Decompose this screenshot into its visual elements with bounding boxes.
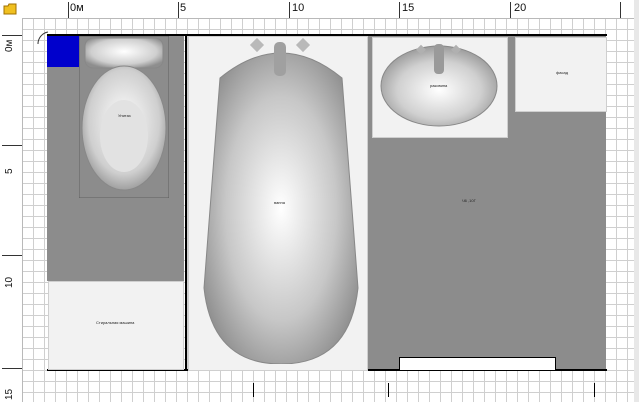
ruler-x-label: 10 [292, 2, 305, 14]
vertical-scrollbar[interactable] [634, 0, 639, 402]
ruler-x-label: 0м [70, 2, 84, 14]
ruler-x-label: 15 [402, 2, 415, 14]
ruler-x-label: 5 [180, 2, 187, 14]
room-label: Ч6 ,10Г [462, 198, 476, 203]
ruler-y-label: 5 [4, 168, 15, 174]
door-swing-icon [37, 31, 49, 45]
sink-label: раковина [430, 83, 448, 88]
marker-line [253, 383, 254, 397]
marker-line [388, 383, 389, 397]
wall[interactable] [185, 34, 187, 371]
toilet-label: Унитаз [118, 113, 131, 118]
horizontal-ruler: 0м 5 10 15 20 [0, 0, 639, 19]
washer-label: Стиральная машина [96, 320, 135, 325]
cabinet-label: фасад [556, 70, 569, 75]
ruler-y-label: 0м [4, 39, 15, 52]
ruler-y-label: 15 [4, 388, 15, 400]
marker-line [594, 383, 595, 397]
door-frame[interactable] [399, 357, 556, 371]
washing-machine[interactable] [48, 281, 184, 370]
bathtub-label: ванна [274, 200, 285, 205]
ruler-y-label: 10 [4, 276, 15, 288]
ruler-x-label: 20 [514, 2, 527, 14]
vertical-ruler: 0м 5 10 15 [0, 18, 23, 402]
folder-icon[interactable] [3, 3, 17, 15]
